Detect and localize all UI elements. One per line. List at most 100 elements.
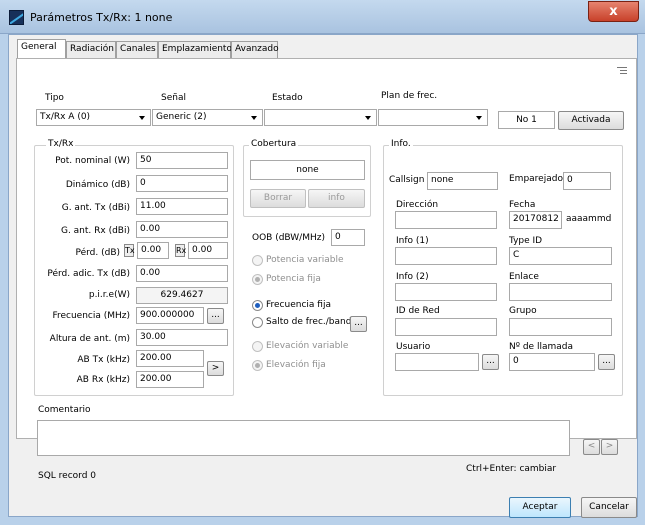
- frecuencia-fija-radio[interactable]: [252, 300, 263, 311]
- pot-nominal-input[interactable]: 50: [136, 152, 228, 169]
- elevacion-fija-radio[interactable]: [252, 360, 263, 371]
- rx-checkbox[interactable]: Rx: [175, 244, 186, 257]
- tab-avanzado[interactable]: Avanzado: [231, 41, 279, 58]
- info-button[interactable]: info: [308, 189, 365, 208]
- fecha-input[interactable]: 20170812: [509, 211, 562, 229]
- tipo-label: Tipo: [45, 93, 64, 103]
- llamada-input[interactable]: 0: [509, 353, 595, 371]
- info2-input[interactable]: [395, 283, 497, 301]
- enlace-input[interactable]: [509, 283, 612, 301]
- borrar-button[interactable]: Borrar: [250, 189, 306, 208]
- elevacion-fija-label: Elevación fija: [266, 360, 326, 370]
- plan-select[interactable]: [378, 109, 488, 126]
- number-field[interactable]: No 1: [498, 111, 555, 129]
- usuario-input[interactable]: [395, 353, 479, 371]
- info-group-label: Info.: [389, 139, 413, 149]
- potencia-fija-radio[interactable]: [252, 274, 263, 285]
- dinamico-label: Dinámico (dB): [65, 180, 130, 190]
- direccion-label: Dirección: [396, 200, 439, 210]
- pot-nominal-label: Pot. nominal (W): [55, 156, 130, 166]
- close-button[interactable]: x: [588, 1, 639, 22]
- perd-tx-input[interactable]: 0.00: [137, 242, 169, 259]
- fecha-format-label: aaaammdd: [566, 214, 611, 224]
- frecuencia-label: Frecuencia (MHz): [52, 311, 130, 321]
- salto-frec-more-button[interactable]: ...: [350, 316, 367, 332]
- pire-value: 629.4627: [136, 287, 228, 304]
- llamada-label: Nº de llamada: [509, 342, 573, 352]
- tx-checkbox[interactable]: Tx: [124, 244, 135, 257]
- usuario-label: Usuario: [396, 342, 431, 352]
- txrx-group-label: Tx/Rx: [46, 139, 76, 149]
- g-ant-rx-label: G. ant. Rx (dBi): [60, 226, 130, 236]
- salto-frec-label: Salto de frec./band: [266, 317, 352, 327]
- perd-label: Pérd. (dB): [75, 248, 120, 258]
- potencia-variable-label: Potencia variable: [266, 255, 344, 265]
- cobertura-value: none: [250, 160, 365, 180]
- activada-button[interactable]: Activada: [558, 111, 624, 130]
- cobertura-group-label: Cobertura: [249, 139, 299, 149]
- plan-label: Plan de frec.: [381, 91, 438, 101]
- dinamico-input[interactable]: 0: [136, 175, 228, 192]
- type-id-label: Type ID: [509, 236, 543, 246]
- estado-label: Estado: [272, 93, 303, 103]
- info1-label: Info (1): [396, 236, 429, 246]
- app-icon: [9, 10, 24, 25]
- info2-label: Info (2): [396, 272, 429, 282]
- g-ant-tx-input[interactable]: 11.00: [136, 198, 228, 215]
- perd-adic-input[interactable]: 0.00: [136, 265, 228, 282]
- direccion-input[interactable]: [395, 211, 497, 229]
- ab-tx-input[interactable]: 200.00: [136, 350, 204, 367]
- comentario-label: Comentario: [38, 405, 91, 415]
- next-record-button[interactable]: >: [601, 439, 618, 455]
- callsign-label: Callsign: [389, 175, 425, 185]
- ab-rx-input[interactable]: 200.00: [136, 371, 204, 388]
- perd-adic-label: Pérd. adic. Tx (dB): [47, 269, 130, 279]
- potencia-variable-radio[interactable]: [252, 255, 263, 266]
- g-ant-tx-label: G. ant. Tx (dBi): [61, 203, 130, 213]
- usuario-more-button[interactable]: ...: [482, 354, 499, 370]
- tab-canales[interactable]: Canales: [116, 41, 158, 58]
- list-icon[interactable]: [617, 66, 627, 76]
- tipo-select[interactable]: Tx/Rx A (0): [36, 109, 151, 126]
- callsign-input[interactable]: none: [427, 172, 498, 190]
- window-title: Parámetros Tx/Rx: 1 none: [30, 11, 173, 24]
- oob-input[interactable]: 0: [331, 229, 365, 246]
- prev-record-button[interactable]: <: [583, 439, 600, 455]
- estado-select[interactable]: [264, 109, 377, 126]
- frecuencia-more-button[interactable]: ...: [207, 308, 224, 324]
- id-red-input[interactable]: [395, 318, 497, 336]
- tab-emplazamiento[interactable]: Emplazamiento: [158, 41, 232, 58]
- aceptar-button[interactable]: Aceptar: [509, 497, 571, 518]
- llamada-more-button[interactable]: ...: [598, 354, 615, 370]
- tab-radiacion[interactable]: Radiación: [66, 41, 116, 58]
- tab-general[interactable]: General: [17, 39, 66, 59]
- ab-copy-button[interactable]: >: [207, 361, 224, 376]
- emparejado-label: Emparejado: [509, 174, 563, 184]
- elevacion-variable-label: Elevación variable: [266, 341, 349, 351]
- altura-input[interactable]: 30.00: [136, 329, 228, 346]
- senal-select[interactable]: Generic (2): [152, 109, 263, 126]
- grupo-input[interactable]: [509, 318, 612, 336]
- sql-record-status: SQL record 0: [38, 471, 97, 481]
- grupo-label: Grupo: [509, 306, 537, 316]
- fecha-label: Fecha: [509, 200, 536, 210]
- g-ant-rx-input[interactable]: 0.00: [136, 221, 228, 238]
- salto-frec-radio[interactable]: [252, 317, 263, 328]
- perd-rx-input[interactable]: 0.00: [188, 242, 228, 259]
- senal-label: Señal: [161, 93, 186, 103]
- info1-input[interactable]: [395, 247, 497, 265]
- frecuencia-fija-label: Frecuencia fija: [266, 300, 331, 310]
- comentario-textarea[interactable]: [37, 420, 570, 456]
- ab-rx-label: AB Rx (kHz): [76, 375, 130, 385]
- frecuencia-input[interactable]: 900.000000: [136, 307, 204, 324]
- oob-label: OOB (dBW/MHz): [252, 233, 325, 243]
- shortcut-hint: Ctrl+Enter: cambiar: [466, 464, 557, 474]
- potencia-fija-label: Potencia fija: [266, 274, 321, 284]
- emparejado-input[interactable]: 0: [563, 172, 611, 190]
- ab-tx-label: AB Tx (kHz): [77, 355, 130, 365]
- type-id-input[interactable]: C: [509, 247, 612, 265]
- cancelar-button[interactable]: Cancelar: [581, 497, 637, 518]
- elevacion-variable-radio[interactable]: [252, 341, 263, 352]
- altura-label: Altura de ant. (m): [49, 334, 130, 344]
- enlace-label: Enlace: [509, 272, 539, 282]
